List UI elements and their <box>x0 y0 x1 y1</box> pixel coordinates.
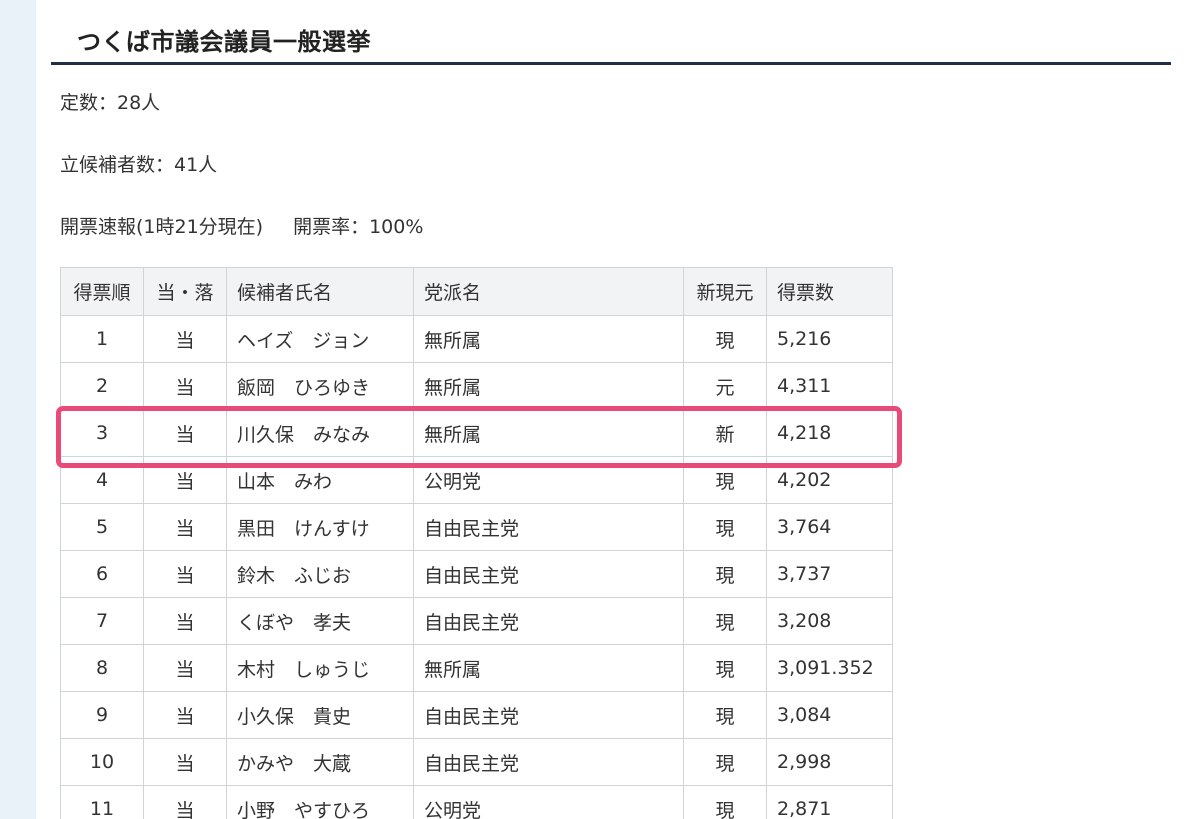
cell-status: 現 <box>683 785 767 819</box>
header-rank: 得票順 <box>60 267 144 316</box>
cell-rank: 6 <box>60 550 144 598</box>
count-info: 開票速報(1時21分現在) 開票率：100% <box>60 212 423 239</box>
table-row: 8 当 木村 しゅうじ 無所属 現 3,091.352 <box>60 644 893 692</box>
cell-result: 当 <box>143 550 227 598</box>
cell-status: 元 <box>683 362 767 410</box>
cell-status: 新 <box>683 409 767 457</box>
cell-rank: 10 <box>60 738 144 786</box>
cell-rank: 9 <box>60 691 144 739</box>
page-title: つくば市議会議員一般選挙 <box>77 28 371 56</box>
cell-name: かみや 大蔵 <box>226 738 414 786</box>
cell-result: 当 <box>143 409 227 457</box>
cell-party: 無所属 <box>413 362 684 410</box>
section-heading: つくば市議会議員一般選挙 <box>51 0 1171 65</box>
cell-result: 当 <box>143 785 227 819</box>
header-votes: 得票数 <box>766 267 893 316</box>
cell-result: 当 <box>143 691 227 739</box>
cell-votes: 3,084 <box>766 691 893 739</box>
cell-party: 自由民主党 <box>413 503 684 551</box>
cell-rank: 1 <box>60 315 144 363</box>
cell-name: 山本 みわ <box>226 456 414 504</box>
candidates-info: 立候補者数：41人 <box>60 154 218 176</box>
header-name: 候補者氏名 <box>226 267 414 316</box>
cell-votes: 5,216 <box>766 315 893 363</box>
cell-party: 自由民主党 <box>413 691 684 739</box>
header-status: 新現元 <box>683 267 767 316</box>
table-row: 9 当 小久保 貴史 自由民主党 現 3,084 <box>60 691 893 739</box>
cell-status: 現 <box>683 691 767 739</box>
table-row: 4 当 山本 みわ 公明党 現 4,202 <box>60 456 893 504</box>
cell-status: 現 <box>683 738 767 786</box>
count-status: 開票速報(1時21分現在) <box>60 216 264 238</box>
cell-rank: 5 <box>60 503 144 551</box>
cell-result: 当 <box>143 456 227 504</box>
content-panel: つくば市議会議員一般選挙 定数：28人 立候補者数：41人 開票速報(1時21分… <box>36 0 1200 819</box>
cell-votes: 2,871 <box>766 785 893 819</box>
cell-name: 木村 しゅうじ <box>226 644 414 692</box>
table-row: 7 当 くぼや 孝夫 自由民主党 現 3,208 <box>60 597 893 645</box>
cell-name: 黒田 けんすけ <box>226 503 414 551</box>
cell-result: 当 <box>143 597 227 645</box>
seats-info: 定数：28人 <box>60 92 161 114</box>
count-rate: 開票率：100% <box>293 216 424 238</box>
cell-party: 無所属 <box>413 315 684 363</box>
cell-name: 川久保 みなみ <box>226 409 414 457</box>
cell-result: 当 <box>143 362 227 410</box>
cell-party: 無所属 <box>413 644 684 692</box>
cell-votes: 3,764 <box>766 503 893 551</box>
cell-status: 現 <box>683 456 767 504</box>
cell-name: ヘイズ ジョン <box>226 315 414 363</box>
table-row: 11 当 小野 やすひろ 公明党 現 2,871 <box>60 785 893 819</box>
cell-status: 現 <box>683 315 767 363</box>
cell-result: 当 <box>143 644 227 692</box>
cell-status: 現 <box>683 550 767 598</box>
cell-name: 飯岡 ひろゆき <box>226 362 414 410</box>
cell-rank: 8 <box>60 644 144 692</box>
table-row: 10 当 かみや 大蔵 自由民主党 現 2,998 <box>60 738 893 786</box>
cell-party: 公明党 <box>413 785 684 819</box>
cell-party: 自由民主党 <box>413 738 684 786</box>
cell-party: 自由民主党 <box>413 597 684 645</box>
cell-result: 当 <box>143 738 227 786</box>
cell-rank: 4 <box>60 456 144 504</box>
cell-result: 当 <box>143 503 227 551</box>
cell-rank: 3 <box>60 409 144 457</box>
results-table: 得票順 当・落 候補者氏名 党派名 新現元 得票数 1 当 ヘイズ ジョン 無所… <box>60 267 893 819</box>
header-party: 党派名 <box>413 267 684 316</box>
cell-party: 自由民主党 <box>413 550 684 598</box>
cell-result: 当 <box>143 315 227 363</box>
cell-status: 現 <box>683 503 767 551</box>
cell-rank: 11 <box>60 785 144 819</box>
table-row: 2 当 飯岡 ひろゆき 無所属 元 4,311 <box>60 362 893 410</box>
cell-votes: 3,091.352 <box>766 644 893 692</box>
cell-votes: 4,218 <box>766 409 893 457</box>
cell-rank: 2 <box>60 362 144 410</box>
table-header-row: 得票順 当・落 候補者氏名 党派名 新現元 得票数 <box>60 267 893 316</box>
table-row: 5 当 黒田 けんすけ 自由民主党 現 3,764 <box>60 503 893 551</box>
cell-votes: 4,311 <box>766 362 893 410</box>
cell-status: 現 <box>683 644 767 692</box>
header-result: 当・落 <box>143 267 227 316</box>
cell-name: 小野 やすひろ <box>226 785 414 819</box>
cell-rank: 7 <box>60 597 144 645</box>
table-row: 6 当 鈴木 ふじお 自由民主党 現 3,737 <box>60 550 893 598</box>
cell-votes: 3,208 <box>766 597 893 645</box>
table-row: 3 当 川久保 みなみ 無所属 新 4,218 <box>60 409 893 457</box>
cell-name: 小久保 貴史 <box>226 691 414 739</box>
cell-party: 公明党 <box>413 456 684 504</box>
cell-party: 無所属 <box>413 409 684 457</box>
cell-votes: 3,737 <box>766 550 893 598</box>
cell-votes: 2,998 <box>766 738 893 786</box>
cell-status: 現 <box>683 597 767 645</box>
cell-name: くぼや 孝夫 <box>226 597 414 645</box>
cell-name: 鈴木 ふじお <box>226 550 414 598</box>
cell-votes: 4,202 <box>766 456 893 504</box>
table-row: 1 当 ヘイズ ジョン 無所属 現 5,216 <box>60 315 893 363</box>
